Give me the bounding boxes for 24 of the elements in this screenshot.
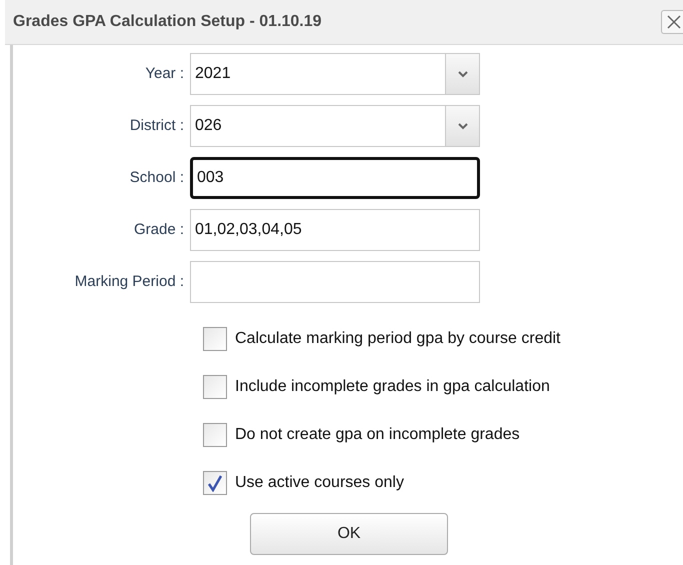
chevron-down-icon bbox=[458, 70, 468, 78]
input-field[interactable] bbox=[190, 261, 480, 303]
ok-button[interactable]: OK bbox=[250, 513, 448, 555]
input-field[interactable]: 003 bbox=[190, 157, 480, 199]
checkbox[interactable] bbox=[203, 327, 227, 351]
checkbox-label: Use active courses only bbox=[235, 473, 404, 493]
checkbox[interactable] bbox=[203, 423, 227, 447]
checkbox-label: Do not create gpa on incomplete grades bbox=[235, 425, 520, 445]
field-label: School : bbox=[128, 168, 185, 188]
checkbox-label: Include incomplete grades in gpa calculation bbox=[235, 377, 550, 397]
close-icon bbox=[667, 15, 681, 29]
input-field[interactable]: 01,02,03,04,05 bbox=[190, 209, 480, 251]
field-label: Grade : bbox=[132, 220, 185, 240]
dropdown-field[interactable]: 2021 bbox=[190, 53, 480, 95]
field-label: Year : bbox=[144, 64, 185, 84]
field-label: District : bbox=[128, 116, 185, 136]
checkbox[interactable] bbox=[203, 471, 227, 495]
checkbox[interactable] bbox=[203, 375, 227, 399]
dropdown-field[interactable]: 026 bbox=[190, 105, 480, 147]
close-button[interactable] bbox=[661, 10, 683, 34]
chevron-down-icon bbox=[458, 122, 468, 130]
window-title: Grades GPA Calculation Setup - 01.10.19 bbox=[13, 12, 322, 32]
field-label: Marking Period : bbox=[74, 272, 185, 292]
checkbox-label: Calculate marking period gpa by course credit bbox=[235, 329, 560, 349]
